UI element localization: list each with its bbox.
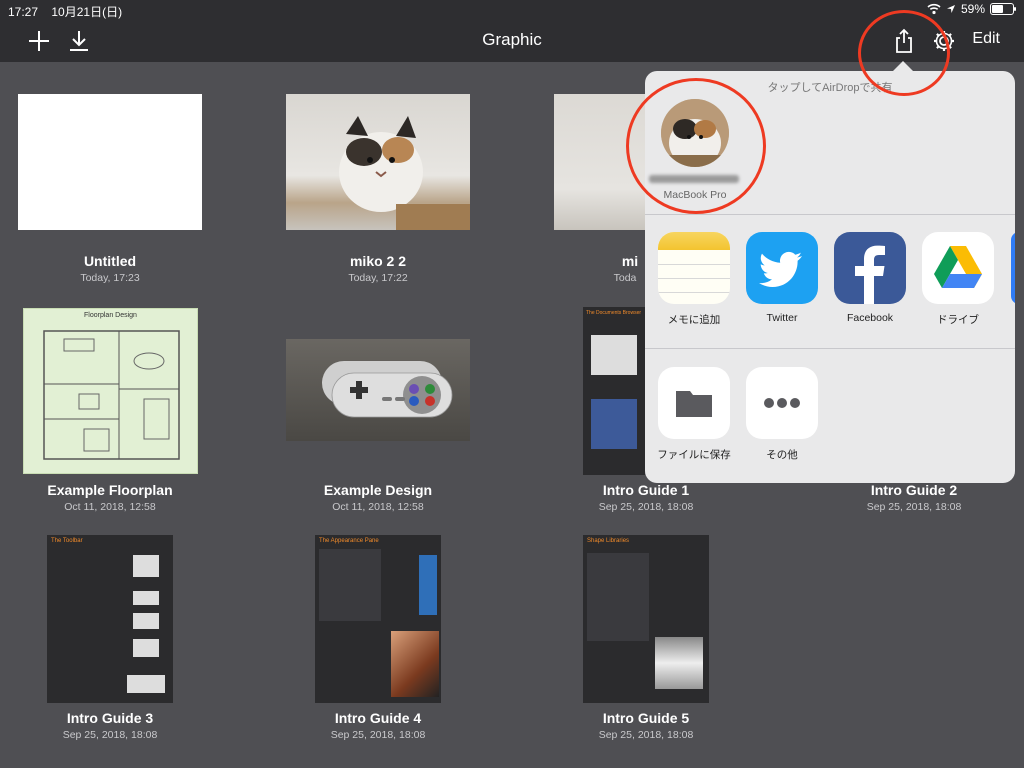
guide-thumbnail[interactable]: Shape Libraries — [583, 535, 709, 703]
twitter-icon — [746, 232, 818, 304]
share-app-label: メモに追加 — [667, 314, 721, 326]
annotation-circle-share — [858, 10, 950, 96]
google-drive-icon — [922, 232, 994, 304]
divider — [645, 348, 1015, 349]
guide-thumbnail[interactable]: The Toolbar — [47, 535, 173, 703]
guide-heading: Shape Libraries — [587, 538, 630, 544]
share-app-notes[interactable]: メモに追加 — [650, 232, 738, 327]
guide-thumbnail[interactable]: The Appearance Pane — [315, 535, 441, 703]
document-title: Intro Guide 1 — [602, 482, 690, 498]
document-title: Untitled — [83, 253, 137, 269]
cat-photo-thumbnail[interactable] — [286, 94, 470, 230]
wifi-icon — [927, 3, 941, 15]
document-date: Sep 25, 2018, 18:08 — [330, 729, 426, 741]
guide-heading: The Appearance Pane — [319, 538, 379, 544]
notes-icon — [658, 232, 730, 304]
document-date: Oct 11, 2018, 12:58 — [64, 501, 156, 513]
document-title: Intro Guide 4 — [334, 710, 422, 726]
share-app-facebook[interactable]: Facebook — [826, 232, 914, 324]
cat-icon — [339, 116, 470, 230]
battery-icon — [990, 3, 1016, 15]
document-date: Sep 25, 2018, 18:08 — [866, 501, 962, 513]
document-date: Oct 11, 2018, 12:58 — [332, 501, 424, 513]
more-icon — [746, 367, 818, 439]
document-title: Intro Guide 5 — [602, 710, 690, 726]
status-time: 17:27 — [8, 5, 39, 19]
document-title: miko 2 2 — [349, 253, 407, 269]
share-app-label: Facebook — [846, 312, 894, 324]
document-date: Sep 25, 2018, 18:08 — [598, 729, 694, 741]
floorplan-drawing — [43, 330, 180, 460]
document-date: Sep 25, 2018, 18:08 — [598, 501, 694, 513]
location-icon — [946, 5, 955, 13]
document-title: Example Floorplan — [47, 482, 173, 498]
guide-heading: The Documents Browser — [586, 310, 642, 316]
document-date: Today, 17:22 — [348, 272, 408, 284]
share-app-twitter[interactable]: Twitter — [738, 232, 826, 324]
status-bar: 17:27 10月21日(日) 59% — [0, 0, 1024, 20]
document-title: Intro Guide 3 — [66, 710, 154, 726]
document-thumbnail[interactable] — [18, 94, 202, 230]
share-app-label: ドライブ — [937, 314, 979, 326]
battery-fill — [992, 5, 1003, 13]
action-more[interactable]: その他 — [738, 367, 826, 462]
floorplan-heading: Floorplan Design — [84, 312, 137, 319]
share-app-label: Twitter — [766, 312, 798, 324]
document-title: Intro Guide 2 — [870, 482, 958, 498]
battery-percent: 59% — [960, 2, 985, 16]
floorplan-thumbnail[interactable]: Floorplan Design — [23, 308, 198, 474]
folder-icon — [658, 367, 730, 439]
edit-button[interactable]: Edit — [972, 30, 1000, 48]
gamepad-thumbnail[interactable] — [286, 339, 470, 441]
annotation-circle-airdrop — [626, 78, 766, 214]
document-date: Sep 25, 2018, 18:08 — [62, 729, 158, 741]
guide-thumbnail[interactable]: The Documents Browser — [583, 307, 645, 475]
document-date: Today, 17:23 — [80, 272, 140, 284]
action-label: ファイルに保存 — [657, 449, 731, 461]
facebook-icon — [834, 232, 906, 304]
action-label: その他 — [766, 449, 798, 461]
action-save-to-files[interactable]: ファイルに保存 — [650, 367, 738, 462]
share-app-google-drive[interactable]: ドライブ — [914, 232, 1002, 327]
share-app-partial[interactable] — [1011, 232, 1015, 304]
divider — [645, 214, 1015, 215]
status-date: 10月21日(日) — [51, 5, 123, 19]
gamepad-icon — [322, 361, 453, 418]
guide-heading: The Toolbar — [51, 538, 83, 544]
document-title: Example Design — [323, 482, 433, 498]
